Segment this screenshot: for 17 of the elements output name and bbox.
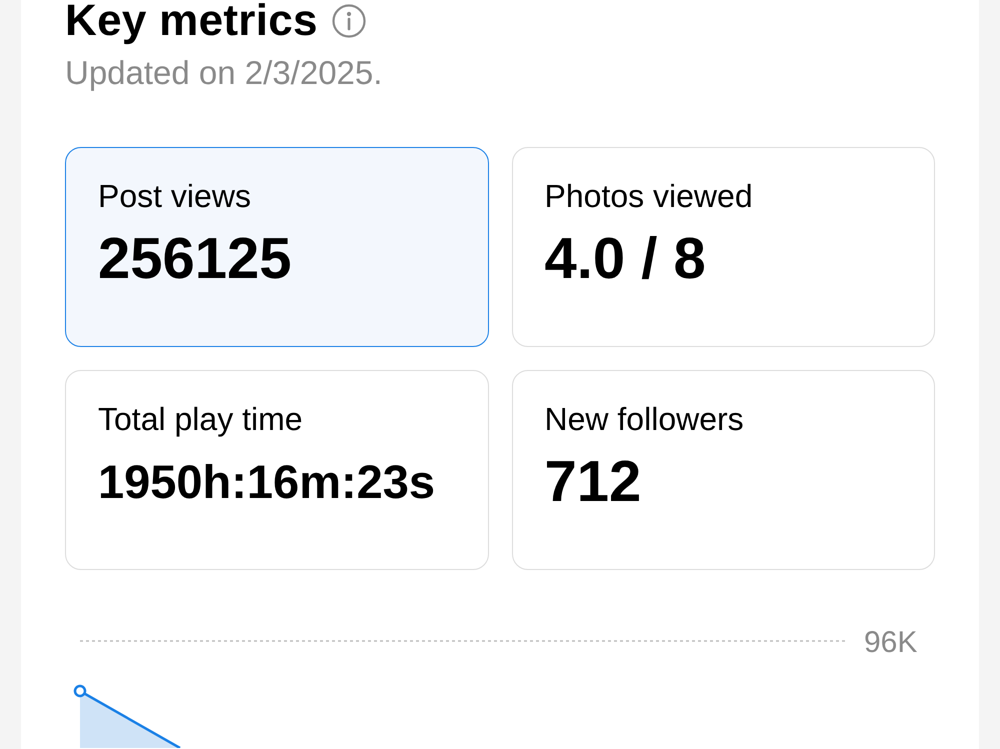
section-title: Key metrics	[65, 0, 318, 42]
metric-card[interactable]: Photos viewed 4.0 / 8	[512, 147, 935, 347]
metric-label: Post views	[98, 177, 251, 215]
metric-value: 1950h:16m:23s	[98, 454, 436, 510]
metric-value: 712	[544, 449, 642, 515]
info-icon[interactable]	[332, 4, 366, 38]
metric-card[interactable]: Total play time 1950h:16m:23s	[65, 370, 488, 570]
metric-label: Total play time	[98, 400, 303, 438]
metric-label: New followers	[544, 400, 744, 438]
metric-value: 4.0 / 8	[544, 226, 706, 292]
metric-card[interactable]: New followers 712	[512, 370, 935, 570]
axis-label: 96K	[864, 626, 918, 659]
update-note: Updated on 2/3/2025.	[65, 53, 382, 93]
metric-value: 256125	[98, 226, 292, 292]
metric-card[interactable]: Post views 256125	[65, 147, 488, 347]
data-point	[74, 684, 86, 698]
metric-label: Photos viewed	[544, 177, 753, 215]
